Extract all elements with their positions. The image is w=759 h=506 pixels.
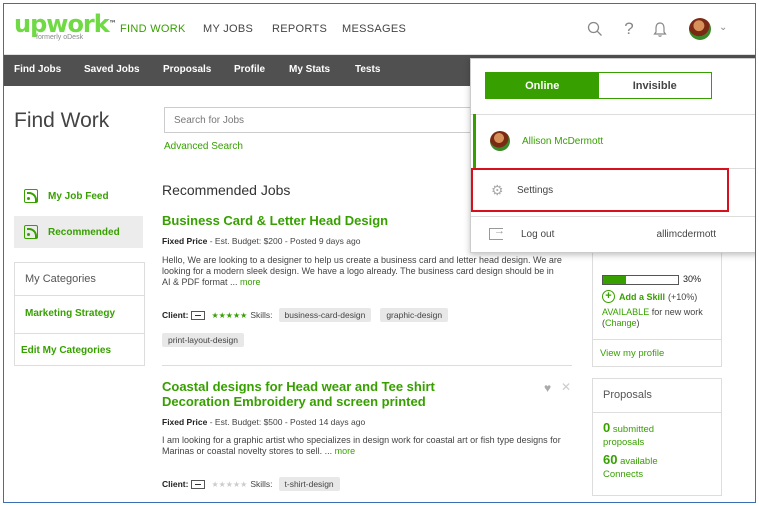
page-title: Find Work xyxy=(14,109,110,132)
user-avatar[interactable] xyxy=(689,18,711,40)
submitted-proposals-link[interactable]: 0 submitted proposals xyxy=(603,421,654,449)
job-title-link[interactable]: Coastal designs for Head wear and Tee sh… xyxy=(162,379,435,409)
status-toggle: Online Invisible xyxy=(485,72,712,99)
job-meta: Fixed Price - Est. Budget: $200 - Posted… xyxy=(162,236,361,246)
chevron-down-icon[interactable]: ⌄ xyxy=(719,22,727,33)
subnav-my-stats[interactable]: My Stats xyxy=(289,64,330,75)
help-icon[interactable]: ? xyxy=(618,18,640,40)
advanced-search-link[interactable]: Advanced Search xyxy=(164,141,243,152)
user-name: Allison McDermott xyxy=(522,135,604,147)
my-categories-panel: My Categories Marketing Strategy Edit My… xyxy=(14,262,145,366)
job-client-info: Client: ★★★★★ Skills: business-card-desi… xyxy=(162,308,449,322)
subnav-find-jobs[interactable]: Find Jobs xyxy=(14,64,61,75)
online-button[interactable]: Online xyxy=(486,73,599,98)
recommended-jobs-heading: Recommended Jobs xyxy=(162,182,291,198)
job-description: I am looking for a graphic artist who sp… xyxy=(162,435,561,456)
skill-tag[interactable]: t-shirt-design xyxy=(278,477,340,491)
logout-icon xyxy=(489,225,505,240)
invisible-button[interactable]: Invisible xyxy=(598,73,711,98)
change-availability-link[interactable]: Change xyxy=(605,318,637,328)
upwork-logo[interactable]: upwork™ formerly oDesk xyxy=(14,12,117,41)
sidebar-item-recommended[interactable]: Recommended xyxy=(14,216,143,248)
skill-row: print-layout-design xyxy=(162,330,244,348)
proposals-panel: Proposals 0 submitted proposals 60 availa… xyxy=(592,378,722,496)
nav-messages[interactable]: MESSAGES xyxy=(342,23,406,35)
heart-icon[interactable]: ♥ xyxy=(544,381,551,395)
nav-find-work[interactable]: FIND WORK xyxy=(120,23,186,35)
more-link[interactable]: more xyxy=(240,277,261,287)
subnav-proposals[interactable]: Proposals xyxy=(163,64,211,75)
job-client-info: Client: ★★★★★ Skills: t-shirt-design xyxy=(162,477,340,491)
nav-my-jobs[interactable]: MY JOBS xyxy=(203,23,253,35)
sidebar-item-label: My Job Feed xyxy=(48,190,109,202)
settings-menu-item[interactable]: ⚙ Settings xyxy=(471,168,729,212)
subnav-tests[interactable]: Tests xyxy=(355,64,380,75)
skill-tag[interactable]: print-layout-design xyxy=(162,333,244,347)
availability-text: AVAILABLE for new work (Change) xyxy=(602,307,703,328)
settings-label: Settings xyxy=(517,184,554,196)
skill-tag[interactable]: graphic-design xyxy=(380,308,449,322)
dropdown-user-row[interactable]: Allison McDermott xyxy=(473,114,755,168)
edit-categories-link[interactable]: Edit My Categories xyxy=(15,333,144,367)
categories-title: My Categories xyxy=(25,273,96,285)
plus-icon: + xyxy=(602,290,615,303)
sidebar-item-label: Recommended xyxy=(48,226,120,238)
profile-progress-bar xyxy=(602,275,679,285)
client-rating: ★★★★★ xyxy=(211,310,248,320)
account-username: allimcdermott xyxy=(656,228,716,240)
browser-frame: upwork™ formerly oDesk FIND WORK MY JOBS… xyxy=(3,3,756,503)
subnav-saved-jobs[interactable]: Saved Jobs xyxy=(84,64,140,75)
top-navigation: upwork™ formerly oDesk FIND WORK MY JOBS… xyxy=(4,4,755,55)
bell-icon[interactable] xyxy=(649,18,671,40)
search-input[interactable]: Search for Jobs xyxy=(164,107,482,133)
skill-tag[interactable]: business-card-design xyxy=(278,308,372,322)
available-connects-link[interactable]: 60 available Connects xyxy=(603,453,658,481)
job-title-link[interactable]: Business Card & Letter Head Design xyxy=(162,213,388,228)
client-rating: ★★★★★ xyxy=(211,479,248,489)
account-dropdown: Online Invisible Allison McDermott ⚙ Set… xyxy=(470,58,755,253)
view-profile-link[interactable]: View my profile xyxy=(593,339,721,367)
rss-icon xyxy=(24,225,38,239)
profile-completeness-panel: 30% + Add a Skill (+10%) AVAILABLE for ne… xyxy=(592,246,722,367)
close-icon[interactable]: ✕ xyxy=(561,380,571,394)
subnav-profile[interactable]: Profile xyxy=(234,64,265,75)
rss-icon xyxy=(24,189,38,203)
category-marketing-strategy[interactable]: Marketing Strategy xyxy=(15,295,144,333)
progress-percent: 30% xyxy=(683,274,702,284)
proposals-title: Proposals xyxy=(603,389,652,401)
logout-menu-item[interactable]: Log out allimcdermott xyxy=(471,219,755,249)
job-description: Hello, We are looking to a designer to h… xyxy=(162,255,562,287)
job-meta: Fixed Price - Est. Budget: $500 - Posted… xyxy=(162,417,366,427)
search-icon[interactable] xyxy=(584,18,606,40)
more-link[interactable]: more xyxy=(335,446,356,456)
nav-reports[interactable]: REPORTS xyxy=(272,23,327,35)
sidebar-item-my-job-feed[interactable]: My Job Feed xyxy=(14,180,143,212)
add-skill-link[interactable]: + Add a Skill (+10%) xyxy=(602,290,697,303)
payment-unverified-icon xyxy=(191,479,206,489)
gear-icon: ⚙ xyxy=(491,182,504,198)
avatar xyxy=(490,131,510,151)
payment-unverified-icon xyxy=(191,310,206,320)
logout-label: Log out xyxy=(521,228,555,240)
job-divider xyxy=(162,365,572,366)
